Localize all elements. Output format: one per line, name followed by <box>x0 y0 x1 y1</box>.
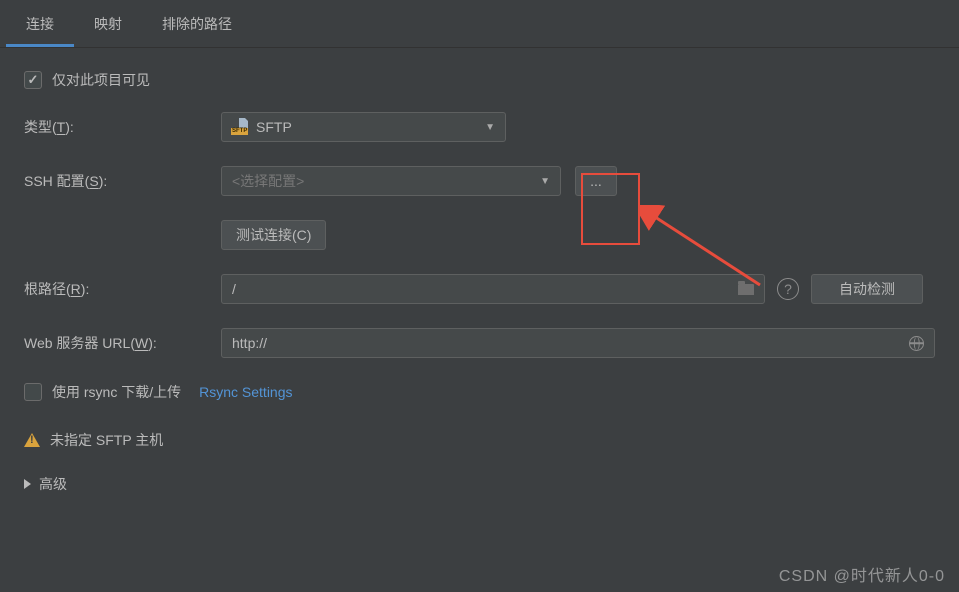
web-url-value: http:// <box>232 335 267 351</box>
ssh-browse-button[interactable]: ... <box>575 166 617 196</box>
checkbox-icon <box>24 71 42 89</box>
tab-mappings[interactable]: 映射 <box>74 0 142 47</box>
warning-icon <box>24 433 40 447</box>
rsync-checkbox[interactable]: 使用 rsync 下载/上传 <box>24 382 181 402</box>
help-icon[interactable]: ? <box>777 278 799 300</box>
ssh-placeholder: <选择配置> <box>232 171 304 191</box>
advanced-expander[interactable]: 高级 <box>24 474 935 494</box>
root-path-label: 根路径(R): <box>24 279 221 299</box>
tab-bar: 连接 映射 排除的路径 <box>0 0 959 48</box>
type-select[interactable]: SFTP SFTP ▼ <box>221 112 506 142</box>
tab-excluded[interactable]: 排除的路径 <box>142 0 252 47</box>
globe-icon <box>909 336 924 351</box>
type-label: 类型(T): <box>24 117 221 137</box>
ssh-config-select[interactable]: <选择配置> ▼ <box>221 166 561 196</box>
chevron-down-icon: ▼ <box>485 122 495 133</box>
checkbox-label: 仅对此项目可见 <box>52 70 150 90</box>
warning-text: 未指定 SFTP 主机 <box>50 430 163 450</box>
web-url-input[interactable]: http:// <box>221 328 935 358</box>
auto-detect-button[interactable]: 自动检测 <box>811 274 923 304</box>
sftp-icon: SFTP <box>232 120 248 134</box>
web-url-label: Web 服务器 URL(W): <box>24 333 221 353</box>
rsync-settings-link[interactable]: Rsync Settings <box>199 384 292 400</box>
root-path-input[interactable]: / <box>221 274 765 304</box>
advanced-label: 高级 <box>39 474 67 494</box>
triangle-right-icon <box>24 479 31 489</box>
checkbox-icon <box>24 383 42 401</box>
ssh-config-label: SSH 配置(S): <box>24 171 221 191</box>
visible-only-project-checkbox[interactable]: 仅对此项目可见 <box>24 70 935 90</box>
folder-icon[interactable] <box>738 284 754 295</box>
content-panel: 仅对此项目可见 类型(T): SFTP SFTP ▼ SSH 配置(S): <选… <box>0 48 959 494</box>
test-connection-button[interactable]: 测试连接(C) <box>221 220 326 250</box>
chevron-down-icon: ▼ <box>540 176 550 187</box>
type-value: SFTP <box>256 119 292 135</box>
watermark: CSDN @时代新人0-0 <box>779 562 945 586</box>
root-path-value: / <box>232 281 236 297</box>
rsync-checkbox-label: 使用 rsync 下载/上传 <box>52 382 181 402</box>
tab-connection[interactable]: 连接 <box>6 0 74 47</box>
